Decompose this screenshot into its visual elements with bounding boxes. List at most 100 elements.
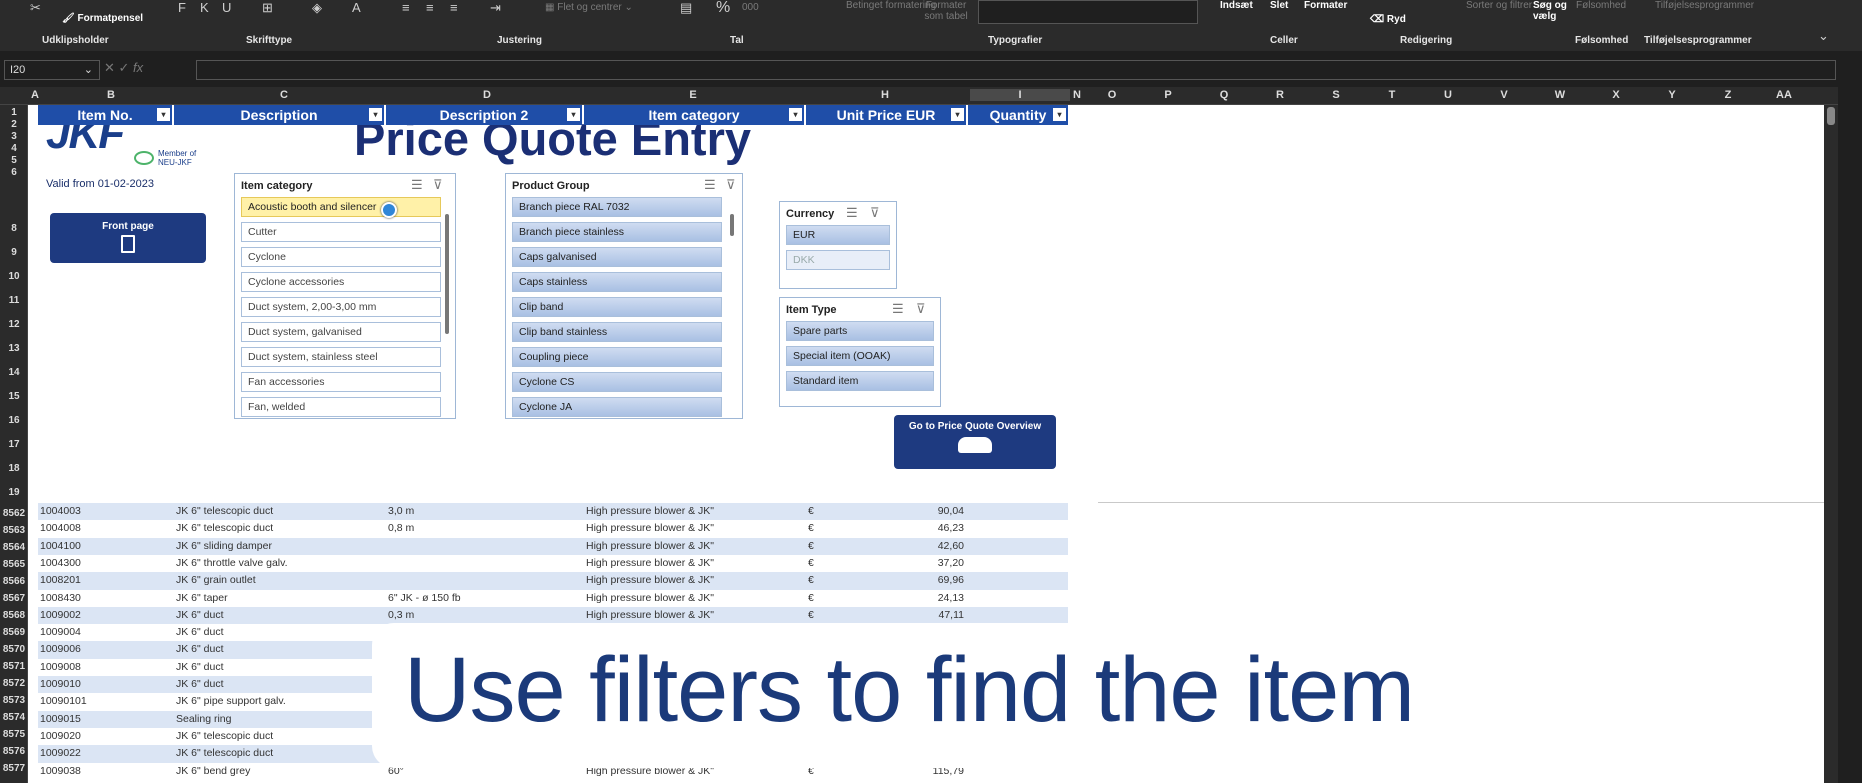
- row-header[interactable]: 8: [0, 223, 28, 234]
- col-header[interactable]: X: [1588, 89, 1644, 101]
- slicer-item[interactable]: Duct system, galvanised: [241, 322, 441, 342]
- price-quote-overview-button[interactable]: Go to Price Quote Overview: [894, 415, 1056, 469]
- table-row[interactable]: 1009002 JK 6" duct 0,3 m High pressure blow…: [38, 606, 1068, 625]
- slicer-item[interactable]: Special item (OOAK): [786, 346, 934, 366]
- row-header[interactable]: 8564: [0, 542, 28, 553]
- clear-filter-icon[interactable]: ⊽: [433, 177, 443, 193]
- table-row[interactable]: 1008201 JK 6" grain outlet High pressure b…: [38, 572, 1068, 590]
- slicer-item[interactable]: Clip band stainless: [512, 322, 722, 342]
- slicer-item[interactable]: DKK: [786, 250, 890, 270]
- sensitivity-button-top[interactable]: Følsomhed: [1576, 0, 1626, 11]
- formula-buttons[interactable]: ✕ ✓ fx: [104, 60, 143, 76]
- col-header[interactable]: O: [1084, 89, 1140, 101]
- filter-dropdown-icon[interactable]: ▾: [157, 108, 170, 121]
- col-header[interactable]: D: [388, 89, 586, 101]
- table-header-quantity[interactable]: Quantity ▾: [968, 105, 1068, 125]
- slicer-scrollbar[interactable]: [730, 214, 734, 236]
- col-header[interactable]: C: [180, 89, 388, 101]
- row-header[interactable]: 8572: [0, 678, 28, 689]
- align-center-icon[interactable]: ≡: [426, 0, 434, 15]
- table-header-unit-price[interactable]: Unit Price EUR ▾: [806, 105, 966, 125]
- row-header[interactable]: 4: [0, 143, 28, 154]
- table-header-description[interactable]: Description ▾: [174, 105, 384, 125]
- italic-icon[interactable]: K: [200, 0, 209, 15]
- find-select-button[interactable]: Søg og vælg: [1533, 0, 1581, 22]
- slicer-item[interactable]: Coupling piece: [512, 347, 722, 367]
- row-header[interactable]: 11: [0, 295, 28, 306]
- row-header[interactable]: 8569: [0, 627, 28, 638]
- slicer-item[interactable]: Cyclone: [241, 247, 441, 267]
- table-header-item-no[interactable]: Item No. ▾: [38, 105, 172, 125]
- col-header[interactable]: B: [42, 89, 180, 101]
- col-header[interactable]: Y: [1644, 89, 1700, 101]
- borders-icon[interactable]: ⊞: [262, 0, 273, 16]
- table-row[interactable]: 1004003 JK 6" telescopic duct 3,0 m High pr…: [38, 503, 1068, 521]
- accounting-icon[interactable]: ▤: [680, 0, 692, 16]
- slicer-item[interactable]: Branch piece RAL 7032: [512, 197, 722, 217]
- merge-center-button[interactable]: ▦ Flet og centrer ⌄: [545, 2, 633, 13]
- filter-dropdown-icon[interactable]: ▾: [951, 108, 964, 121]
- row-header[interactable]: 8574: [0, 712, 28, 723]
- clear-filter-icon[interactable]: ⊽: [726, 177, 736, 193]
- row-header[interactable]: 8575: [0, 729, 28, 740]
- align-left-icon[interactable]: ≡: [402, 0, 410, 15]
- slicer-item[interactable]: Spare parts: [786, 321, 934, 341]
- format-button[interactable]: Formater: [1304, 0, 1347, 11]
- fill-color-icon[interactable]: ◈: [312, 0, 322, 16]
- collapse-ribbon-icon[interactable]: ⌄: [1818, 28, 1829, 44]
- col-header[interactable]: T: [1364, 89, 1420, 101]
- row-header[interactable]: 8568: [0, 610, 28, 621]
- row-header[interactable]: 8571: [0, 661, 28, 672]
- slicer-item[interactable]: Cutter: [241, 222, 441, 242]
- scroll-thumb[interactable]: [1827, 107, 1835, 125]
- slicer-item[interactable]: Branch piece stainless: [512, 222, 722, 242]
- col-header[interactable]: W: [1532, 89, 1588, 101]
- multi-select-icon[interactable]: ☰: [892, 301, 904, 317]
- row-header[interactable]: 18: [0, 463, 28, 474]
- underline-icon[interactable]: U: [222, 0, 231, 15]
- cell-styles-gallery[interactable]: [978, 0, 1198, 24]
- slicer-item[interactable]: Cyclone accessories: [241, 272, 441, 292]
- col-header[interactable]: R: [1252, 89, 1308, 101]
- row-header[interactable]: 17: [0, 439, 28, 450]
- slicer-item[interactable]: Duct system, stainless steel: [241, 347, 441, 367]
- name-box[interactable]: I20 ⌄: [4, 60, 100, 80]
- bold-icon[interactable]: F: [178, 0, 186, 15]
- filter-dropdown-icon[interactable]: ▾: [1053, 108, 1066, 121]
- cut-icon[interactable]: ✂: [30, 0, 41, 16]
- col-header[interactable]: AA: [1756, 89, 1812, 101]
- row-header[interactable]: 12: [0, 319, 28, 330]
- col-header[interactable]: U: [1420, 89, 1476, 101]
- slicer-item[interactable]: Fan, welded: [241, 397, 441, 417]
- row-header[interactable]: 8562: [0, 508, 28, 519]
- font-color-icon[interactable]: A: [352, 0, 361, 15]
- clear-filter-icon[interactable]: ⊽: [870, 205, 880, 221]
- filter-dropdown-icon[interactable]: ▾: [369, 108, 382, 121]
- row-header[interactable]: 8576: [0, 746, 28, 757]
- front-page-button[interactable]: Front page: [50, 213, 206, 263]
- table-row[interactable]: 1008430 JK 6" taper 6" JK - ø 150 fb High p…: [38, 589, 1068, 607]
- vertical-scrollbar[interactable]: [1824, 105, 1838, 783]
- addins-button-top[interactable]: Tilføjelsesprogrammer: [1655, 0, 1754, 11]
- row-header[interactable]: 8566: [0, 576, 28, 587]
- insert-button[interactable]: Indsæt: [1220, 0, 1253, 11]
- row-header[interactable]: 6: [0, 167, 28, 178]
- indent-icon[interactable]: ⇥: [490, 0, 501, 16]
- col-header[interactable]: A: [28, 89, 42, 101]
- format-as-table-button[interactable]: Formater som tabel: [916, 0, 976, 22]
- delete-button[interactable]: Slet: [1270, 0, 1288, 11]
- filter-dropdown-icon[interactable]: ▾: [567, 108, 580, 121]
- slicer-item[interactable]: Duct system, 2,00-3,00 mm: [241, 297, 441, 317]
- slicer-item[interactable]: Standard item: [786, 371, 934, 391]
- row-header[interactable]: 8567: [0, 593, 28, 604]
- slicer-item[interactable]: EUR: [786, 225, 890, 245]
- multi-select-icon[interactable]: ☰: [704, 177, 716, 193]
- slicer-scrollbar[interactable]: [445, 214, 449, 334]
- row-header[interactable]: 5: [0, 155, 28, 166]
- table-row[interactable]: 1004008 JK 6" telescopic duct 0,8 m High pr…: [38, 520, 1068, 538]
- row-header[interactable]: 2: [0, 119, 28, 130]
- row-header[interactable]: 8577: [0, 763, 28, 774]
- slicer-item[interactable]: Cyclone JA: [512, 397, 722, 417]
- row-header[interactable]: 8563: [0, 525, 28, 536]
- row-header[interactable]: 3: [0, 131, 28, 142]
